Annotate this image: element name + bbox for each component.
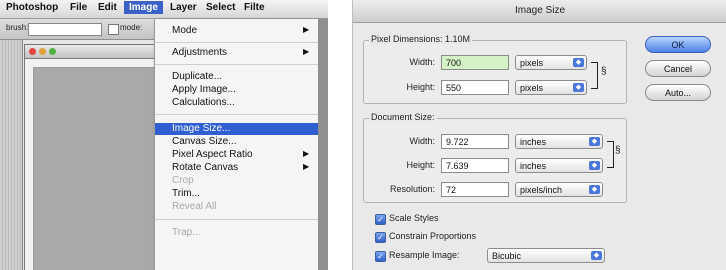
menu-item-image-size[interactable]: Image Size...: [155, 123, 319, 135]
select-arrows-icon: ◆: [589, 161, 600, 170]
doc-height-input[interactable]: 7.639: [441, 158, 509, 173]
resample-method-select[interactable]: Bicubic ◆: [487, 248, 605, 263]
close-icon[interactable]: [29, 48, 36, 55]
horizontal-ruler: [25, 59, 155, 68]
image-menu: Mode ▶ Adjustments ▶ Duplicate... Apply Im…: [154, 19, 320, 270]
menu-file[interactable]: File: [70, 2, 87, 13]
menu-item-apply-image[interactable]: Apply Image...: [155, 84, 319, 96]
menu-item-reveal-all: Reveal All: [172, 201, 217, 212]
menu-photoshop[interactable]: Photoshop: [6, 2, 58, 13]
menu-item-trim[interactable]: Trim...: [155, 188, 319, 200]
zoom-icon[interactable]: [49, 48, 56, 55]
document-window: [24, 44, 156, 270]
brush-field[interactable]: [28, 23, 102, 36]
auto-button[interactable]: Auto...: [645, 84, 711, 101]
menu-bar: Photoshop File Edit Image Layer Select F…: [0, 0, 328, 19]
options-checkbox[interactable]: [108, 24, 119, 35]
resample-method-label: Bicubic: [492, 251, 522, 261]
menu-item-calculations[interactable]: Calculations...: [155, 97, 319, 109]
select-arrows-icon: ◆: [573, 83, 584, 92]
menu-item-rotate-canvas[interactable]: Rotate Canvas ▶: [155, 162, 319, 174]
doc-width-input[interactable]: 9.722: [441, 134, 509, 149]
resolution-label: Resolution:: [389, 184, 435, 194]
doc-width-unit-select[interactable]: inches ◆: [515, 134, 603, 149]
scale-styles-label: Scale Styles: [389, 213, 439, 223]
pixel-width-unit-label: pixels: [520, 58, 544, 68]
scale-styles-checkbox[interactable]: ✓: [375, 214, 386, 225]
select-arrows-icon: ◆: [591, 251, 602, 260]
resolution-unit-label: pixels/inch: [520, 185, 563, 195]
select-arrows-icon: ◆: [589, 137, 600, 146]
dialog-titlebar: Image Size: [353, 0, 726, 23]
vertical-ruler: [25, 67, 34, 270]
ok-button[interactable]: OK: [645, 36, 711, 53]
resolution-unit-select[interactable]: pixels/inch ◆: [515, 182, 603, 197]
pixel-width-unit-select[interactable]: pixels ◆: [515, 55, 587, 70]
cancel-button[interactable]: Cancel: [645, 60, 711, 77]
menu-separator: [155, 219, 319, 220]
constrain-proportions-checkbox[interactable]: ✓: [375, 232, 386, 243]
submenu-arrow-icon: ▶: [303, 149, 310, 158]
submenu-arrow-icon: ▶: [303, 162, 310, 171]
menu-item-mode[interactable]: Mode ▶: [155, 25, 319, 37]
photoshop-window: Photoshop File Edit Image Layer Select F…: [0, 0, 328, 270]
menu-select[interactable]: Select: [206, 2, 235, 13]
pixel-height-unit-select[interactable]: pixels ◆: [515, 80, 587, 95]
menu-separator: [155, 114, 319, 115]
pixel-height-label: Height:: [406, 82, 435, 92]
menu-item-canvas-size[interactable]: Canvas Size...: [155, 136, 319, 148]
submenu-arrow-icon: ▶: [303, 47, 310, 56]
resample-image-checkbox[interactable]: ✓: [375, 251, 386, 262]
menu-layer[interactable]: Layer: [170, 2, 197, 13]
brush-label: brush:: [6, 23, 29, 32]
menu-filter[interactable]: Filte: [244, 2, 265, 13]
doc-height-label: Height:: [406, 160, 435, 170]
pixel-dimensions-label: Pixel Dimensions: 1.10M: [369, 34, 473, 44]
select-arrows-icon: ◆: [573, 58, 584, 67]
resample-image-label: Resample Image:: [389, 250, 460, 260]
menu-image[interactable]: Image: [124, 1, 163, 14]
doc-width-label: Width:: [409, 136, 435, 146]
doc-width-unit-label: inches: [520, 137, 547, 147]
doc-height-unit-select[interactable]: inches ◆: [515, 158, 603, 173]
dialog-title: Image Size: [514, 5, 566, 16]
constrain-proportions-label: Constrain Proportions: [389, 231, 477, 241]
menu-edit[interactable]: Edit: [98, 2, 117, 13]
chain-link-icon: §: [601, 66, 607, 77]
link-bracket: [591, 62, 598, 89]
pixel-height-unit-label: pixels: [520, 83, 544, 93]
menu-separator: [155, 64, 319, 65]
tools-panel[interactable]: [0, 40, 23, 270]
doc-height-unit-label: inches: [520, 161, 547, 171]
pixel-width-input[interactable]: 700: [441, 55, 509, 70]
submenu-arrow-icon: ▶: [303, 25, 310, 34]
select-arrows-icon: ◆: [589, 185, 600, 194]
image-size-dialog: Image Size Pixel Dimensions: 1.10M Width…: [352, 0, 726, 270]
minimize-icon[interactable]: [39, 48, 46, 55]
link-bracket: [607, 141, 614, 168]
background-area: [318, 19, 328, 270]
menu-separator: [155, 42, 319, 43]
menu-item-duplicate[interactable]: Duplicate...: [155, 71, 319, 83]
pixel-height-input[interactable]: 550: [441, 80, 509, 95]
menu-item-trap: Trap...: [172, 227, 201, 238]
menu-item-pixel-aspect-ratio[interactable]: Pixel Aspect Ratio ▶: [155, 149, 319, 161]
menu-item-crop: Crop: [172, 175, 194, 186]
menu-item-adjustments[interactable]: Adjustments ▶: [155, 47, 319, 59]
resolution-input[interactable]: 72: [441, 182, 509, 197]
document-titlebar[interactable]: [25, 45, 155, 59]
chain-link-icon: §: [615, 145, 621, 156]
document-size-label: Document Size:: [369, 112, 437, 122]
canvas[interactable]: [34, 68, 155, 270]
pixel-width-label: Width:: [409, 57, 435, 67]
mode-label: mode:: [120, 23, 143, 32]
